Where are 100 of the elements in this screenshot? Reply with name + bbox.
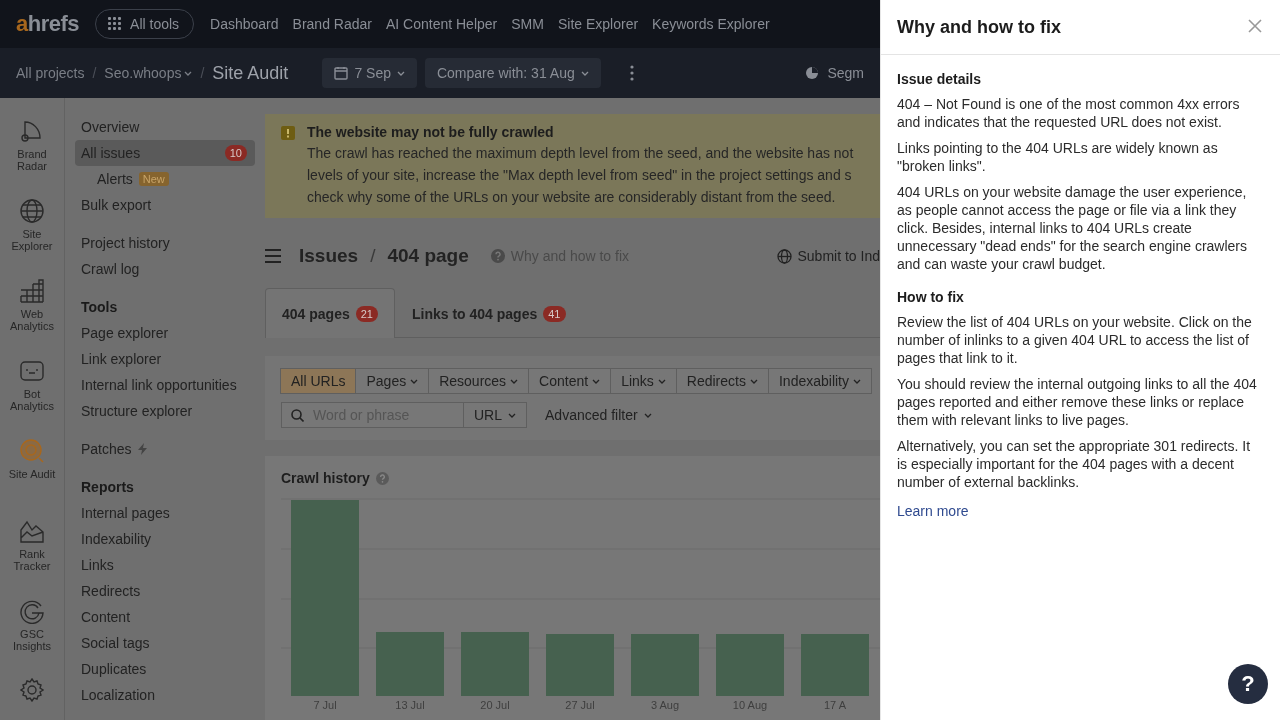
sidebar-item[interactable]: Bulk export (75, 192, 255, 218)
paragraph: Review the list of 404 URLs on your website. Click on the number of inlinks to a given 404 URL to access the list of pages that link to it. (897, 313, 1253, 367)
scope-dropdown[interactable]: URL (464, 402, 527, 428)
help-button[interactable]: ? (1228, 664, 1268, 704)
section-heading: How to fix (897, 289, 965, 305)
filter-button[interactable]: Links (610, 368, 677, 394)
rail-item[interactable]: Brand Radar (2, 118, 62, 186)
segments-button[interactable]: Segm (805, 65, 864, 81)
more-icon[interactable] (628, 65, 635, 81)
page-title[interactable]: Issues (299, 245, 359, 267)
sidebar-item[interactable]: Alerts New (75, 166, 255, 192)
sidebar-item[interactable]: Social tags (75, 630, 255, 656)
site-audit-icon (19, 438, 45, 464)
rail-item[interactable]: Site Audit (2, 438, 62, 506)
rail-item[interactable]: Site Explorer (2, 198, 62, 266)
ahrefs-logo[interactable]: ahrefs (16, 11, 80, 37)
rail-item[interactable]: GSC Insights (2, 598, 62, 666)
date-picker[interactable]: 7 Sep (322, 58, 417, 88)
tab[interactable]: 404 pages 21 (265, 288, 395, 338)
paragraph: Alternatively, you can set the appropriate 301 redirects. It is especially important for the 404 pages with a decent number of external backlinks. (897, 437, 1252, 491)
axis-label: 3 Aug (649, 699, 681, 711)
sidebar-item[interactable]: Structure explorer (75, 398, 255, 424)
axis-label: 20 Jul (479, 699, 511, 711)
bar-chart-icon (19, 278, 45, 304)
sidebar-heading: Tools (80, 298, 119, 317)
sidebar-heading: Reports (80, 478, 135, 497)
caret-icon (396, 70, 405, 76)
nav-link[interactable]: Site Explorer (557, 16, 639, 32)
advanced-filter-button[interactable]: Advanced filter (539, 406, 658, 424)
filter-button[interactable]: Indexability (767, 368, 872, 394)
line-chart-icon (19, 518, 45, 544)
filter-button[interactable]: Redirects (675, 368, 769, 394)
breadcrumb-link[interactable]: All projects (16, 65, 85, 81)
sidebar-item[interactable]: Internal pages (75, 500, 255, 526)
grid-icon (108, 17, 123, 31)
rail-item[interactable]: Bot Analytics (2, 358, 62, 426)
sidebar-item[interactable]: Localization (75, 682, 255, 708)
sidebar-item[interactable]: All issues 10 (75, 140, 255, 166)
axis-label: 27 Jul (564, 699, 596, 711)
tab[interactable]: Links to 404 pages 41 (394, 288, 583, 338)
banner-title: The website may not be fully crawled (307, 124, 555, 140)
nav-link[interactable]: SMM (511, 16, 544, 32)
filter-button[interactable]: Content (528, 368, 612, 394)
help-icon[interactable] (375, 471, 389, 485)
submit-link[interactable]: Submit to Ind (776, 248, 880, 264)
sidebar-item[interactable]: Patches (75, 436, 255, 462)
paragraph: 404 – Not Found is one of the most common 4xx errors and indicates that the requested URL does not exist. (897, 95, 1241, 131)
sidebar-item[interactable]: Links (75, 552, 255, 578)
banner-text: The crawl has reached the maximum depth level from the seed, and the website has not (307, 144, 854, 162)
breadcrumb-separator: / (200, 65, 205, 81)
breadcrumb-link[interactable]: Site Audit (212, 62, 289, 84)
rail-item[interactable]: Rank Tracker (2, 518, 62, 586)
sidebar-item[interactable]: Content (75, 604, 255, 630)
sidebar-item[interactable]: Crawl log (75, 256, 255, 282)
bar (716, 634, 784, 696)
filter-button[interactable]: Pages (355, 368, 430, 394)
section-heading: Issue details (897, 71, 983, 87)
globe-icon (19, 198, 45, 224)
nav-link[interactable]: Brand Radar (292, 16, 372, 32)
sidebar-item[interactable]: Link explorer (75, 346, 255, 372)
close-button[interactable] (1248, 19, 1264, 35)
sidebar-item[interactable]: Redirects (75, 578, 255, 604)
settings-icon[interactable] (20, 678, 44, 702)
pie-chart-icon (805, 66, 820, 80)
rail-item[interactable]: Web Analytics (2, 278, 62, 346)
paragraph: Links pointing to the 404 URLs are widely known as "broken links". (897, 139, 1219, 175)
axis-label: 7 Jul (312, 699, 338, 711)
learn-more-link[interactable]: Learn more (897, 503, 1264, 519)
axis-label: 13 Jul (394, 699, 426, 711)
nav-link[interactable]: Keywords Explorer (652, 16, 770, 32)
banner-text: levels of your site, increase the "Max depth level from seed" in the project settings and s (307, 166, 853, 184)
nav-link[interactable]: Dashboard (210, 16, 279, 32)
paragraph: You should review the internal outgoing links to all the 404 pages reported and either remove these links or replace them with relevant links to live pages. (897, 375, 1258, 429)
menu-icon[interactable] (265, 249, 281, 263)
search-icon (291, 409, 304, 422)
count-badge: 21 (355, 305, 378, 322)
caret-icon (508, 412, 516, 418)
sidebar-item[interactable]: Page explorer (75, 320, 255, 346)
banner-text: check why some of the URLs on your website are considerably distant from the seed. (307, 188, 837, 206)
bar (801, 634, 869, 696)
sidebar-item[interactable]: Duplicates (75, 656, 255, 682)
breadcrumb-link[interactable]: Seo.whoops (104, 65, 193, 81)
issue-count-badge: 10 (224, 145, 247, 161)
bar (461, 632, 529, 696)
new-tag: New (138, 172, 169, 186)
bar (376, 632, 444, 696)
sidebar-item[interactable]: Project history (75, 230, 255, 256)
filter-button[interactable]: All URLs (280, 368, 357, 394)
sidebar-item[interactable]: Overview (75, 114, 255, 140)
axis-label: 17 A (823, 699, 847, 711)
nav-link[interactable]: AI Content Helper (385, 16, 498, 32)
chart-title: Crawl history (281, 470, 370, 486)
filter-button[interactable]: Resources (428, 368, 530, 394)
caret-icon (643, 412, 652, 418)
sidebar-item[interactable]: Internal link opportunities (75, 372, 255, 398)
bar (631, 634, 699, 696)
compare-dropdown[interactable]: Compare with: 31 Aug (424, 58, 601, 88)
paragraph: 404 URLs on your website damage the user experience, as people cannot access the page or file via a link they click. Besides, internal links to 404 URLs create unnecessary "dead ends" for the search engine crawlers and can waste your crawl budget. (897, 183, 1249, 273)
bot-icon (19, 358, 45, 384)
sidebar-item[interactable]: Indexability (75, 526, 255, 552)
